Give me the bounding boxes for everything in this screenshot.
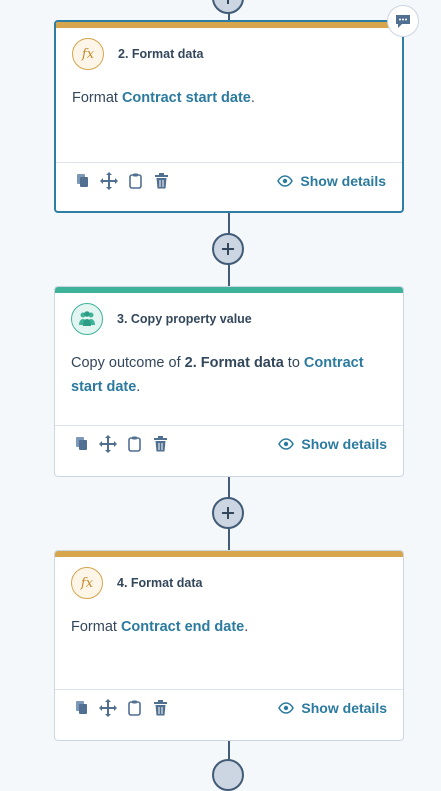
add-action-button[interactable] [212,497,244,529]
add-action-button[interactable] [212,233,244,265]
card-description: Format Contract start date. [72,90,255,106]
clone-icon[interactable] [74,172,92,190]
delete-icon[interactable] [152,172,170,190]
card-title: 2. Format data [118,47,204,61]
plus-icon [227,0,229,4]
comment-icon [396,14,410,28]
action-card-copy-property-value[interactable]: 3. Copy property value Copy outcome of 2… [54,286,404,477]
clone-icon[interactable] [73,699,91,717]
clipboard-icon[interactable] [125,435,143,453]
card-footer: Show details [56,162,402,199]
eye-icon [278,438,295,450]
fx-icon: fx [72,38,104,70]
show-details-button[interactable]: Show details [277,173,386,189]
comment-button[interactable] [387,5,419,37]
property-link[interactable]: Contract start date [122,90,251,106]
action-card-format-data[interactable]: fx 4. Format data Format Contract end da… [54,550,404,741]
card-title: 4. Format data [117,576,203,590]
move-icon[interactable] [99,435,117,453]
card-title: 3. Copy property value [117,312,252,326]
copy-property-icon [71,303,103,335]
card-footer: Show details [55,689,403,726]
card-description: Copy outcome of 2. Format data to Contra… [71,355,364,395]
card-header: fx 4. Format data [55,557,403,609]
property-link[interactable]: Contract end date [121,619,244,635]
delete-icon[interactable] [151,699,169,717]
clipboard-icon[interactable] [125,699,143,717]
delete-icon[interactable] [151,435,169,453]
move-icon[interactable] [99,699,117,717]
show-details-button[interactable]: Show details [278,700,387,716]
card-header: 3. Copy property value [55,293,403,345]
show-details-button[interactable]: Show details [278,436,387,452]
card-header: fx 2. Format data [56,28,402,80]
plus-icon [222,243,234,255]
card-footer: Show details [55,425,403,462]
clipboard-icon[interactable] [126,172,144,190]
plus-icon [222,507,234,519]
eye-icon [278,702,295,714]
card-description: Format Contract end date. [71,619,249,635]
action-card-format-data[interactable]: fx 2. Format data Format Contract start … [54,20,404,213]
add-action-button[interactable] [212,0,244,14]
fx-icon: fx [71,567,103,599]
eye-icon [277,175,294,187]
clone-icon[interactable] [73,435,91,453]
move-icon[interactable] [100,172,118,190]
add-action-button[interactable] [212,759,244,791]
